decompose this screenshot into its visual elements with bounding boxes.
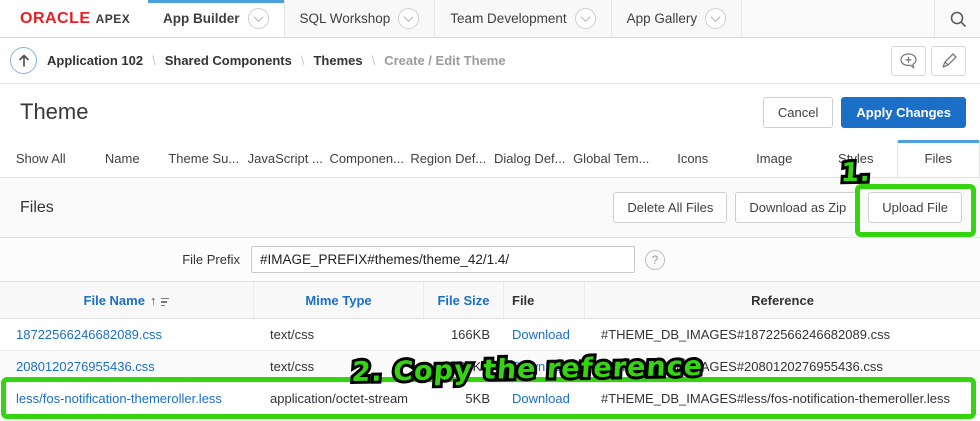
file-name-link[interactable]: 2080120276955436.css: [16, 359, 155, 374]
file-prefix-input[interactable]: [251, 246, 635, 273]
reference-cell: #THEME_DB_IMAGES#18722566246682089.css: [601, 327, 891, 342]
sort-order-icon: [161, 297, 170, 307]
cancel-button[interactable]: Cancel: [762, 96, 834, 128]
tab-global-templates[interactable]: Global Tem...: [571, 140, 653, 177]
upload-file-button[interactable]: Upload File: [868, 192, 962, 223]
help-icon[interactable]: ?: [645, 249, 665, 270]
nav-tab-label: App Gallery: [626, 11, 698, 26]
chevron-down-icon[interactable]: [398, 8, 420, 29]
breadcrumb: Application 102 \ Shared Components \ Th…: [47, 53, 506, 68]
tab-theme-subscription[interactable]: Theme Su...: [163, 140, 245, 177]
column-header-file: File: [504, 282, 585, 318]
feedback-button[interactable]: [891, 45, 926, 76]
tab-javascript[interactable]: JavaScript ...: [245, 140, 327, 177]
table-row: 18722566246682089.css text/css 166KB Dow…: [0, 319, 980, 351]
files-section-title: Files: [20, 198, 54, 216]
file-size-cell: 144KB: [450, 359, 490, 374]
nav-tab-label: App Builder: [163, 11, 240, 26]
mime-type-cell: application/octet-stream: [270, 391, 409, 406]
download-link[interactable]: Download: [512, 359, 570, 374]
page-title: Theme: [20, 99, 89, 124]
files-actions: Delete All Files Download as Zip Upload …: [613, 192, 962, 223]
tab-show-all[interactable]: Show All: [0, 140, 82, 177]
column-header-reference: Reference: [751, 292, 814, 308]
search-button[interactable]: [934, 0, 980, 37]
chevron-down-icon[interactable]: [705, 8, 727, 29]
breadcrumb-separator: \: [300, 53, 305, 68]
breadcrumb-item-shared-components[interactable]: Shared Components: [165, 53, 292, 68]
top-nav: ORACLE APEX App Builder SQL Workshop Tea…: [0, 0, 980, 38]
customize-page-button[interactable]: [931, 45, 966, 76]
sort-ascending-icon: ↑: [149, 292, 157, 308]
reference-cell: #THEME_DB_IMAGES#less/fos-notification-t…: [601, 391, 950, 406]
apex-wordmark: APEX: [95, 11, 131, 26]
nav-tab-app-gallery[interactable]: App Gallery: [611, 0, 743, 37]
nav-tab-sql-workshop[interactable]: SQL Workshop: [284, 0, 436, 37]
breadcrumb-up-button[interactable]: [10, 47, 37, 74]
tab-component-defaults[interactable]: Componen...: [326, 140, 408, 177]
breadcrumb-bar: Application 102 \ Shared Components \ Th…: [0, 38, 980, 84]
breadcrumb-item-themes[interactable]: Themes: [313, 53, 362, 68]
column-header-mime-type[interactable]: Mime Type: [254, 282, 424, 318]
tab-styles[interactable]: Styles: [815, 140, 897, 177]
breadcrumb-separator: \: [371, 53, 376, 68]
title-actions: Cancel Apply Changes: [762, 96, 966, 128]
breadcrumb-item-application[interactable]: Application 102: [47, 53, 143, 68]
feedback-bubble-plus-icon: [900, 52, 917, 69]
table-row: less/fos-notification-themeroller.less a…: [0, 383, 980, 415]
files-table: File Name ↑ Mime Type File Size File Ref…: [0, 281, 980, 415]
nav-spacer: [742, 0, 934, 37]
oracle-apex-logo: ORACLE APEX: [0, 0, 148, 37]
nav-tab-label: Team Development: [450, 11, 567, 26]
file-prefix-label: File Prefix: [182, 252, 240, 267]
file-prefix-row: File Prefix ?: [0, 238, 980, 281]
tab-region-defaults[interactable]: Region Def...: [408, 140, 490, 177]
reference-cell: #THEME_DB_IMAGES#2080120276955436.css: [601, 359, 883, 374]
breadcrumb-separator: \: [152, 53, 156, 68]
search-icon: [950, 11, 966, 27]
theme-section-tabs: Show All Name Theme Su... JavaScript ...…: [0, 140, 980, 177]
download-link[interactable]: Download: [512, 391, 570, 406]
file-name-link[interactable]: less/fos-notification-themeroller.less: [16, 391, 222, 406]
pencil-icon: [941, 52, 957, 68]
nav-tab-app-builder[interactable]: App Builder: [148, 0, 285, 37]
nav-tab-label: SQL Workshop: [299, 11, 391, 26]
tab-dialog-defaults[interactable]: Dialog Def...: [489, 140, 571, 177]
breadcrumb-actions: [891, 45, 966, 76]
download-as-zip-button[interactable]: Download as Zip: [735, 192, 861, 223]
mime-type-cell: text/css: [270, 359, 315, 374]
apply-changes-button[interactable]: Apply Changes: [841, 96, 966, 128]
files-table-body: 18722566246682089.css text/css 166KB Dow…: [0, 319, 980, 415]
download-link[interactable]: Download: [512, 327, 570, 342]
apex-theme-files-page: ORACLE APEX App Builder SQL Workshop Tea…: [0, 0, 980, 421]
files-table-header: File Name ↑ Mime Type File Size File Ref…: [0, 282, 980, 319]
file-name-link[interactable]: 18722566246682089.css: [16, 327, 162, 342]
column-header-file-size[interactable]: File Size: [424, 282, 504, 318]
tab-files[interactable]: Files: [896, 140, 980, 177]
oracle-wordmark: ORACLE: [20, 9, 91, 27]
files-section-header: Files Delete All Files Download as Zip U…: [0, 177, 980, 238]
delete-all-files-button[interactable]: Delete All Files: [613, 192, 728, 223]
mime-type-cell: text/css: [270, 327, 315, 342]
table-row: 2080120276955436.css text/css 144KB Down…: [0, 351, 980, 383]
file-size-cell: 5KB: [465, 391, 490, 406]
tab-name[interactable]: Name: [82, 140, 164, 177]
chevron-down-icon[interactable]: [247, 8, 269, 29]
title-bar: Theme Cancel Apply Changes: [0, 84, 980, 140]
column-header-file-name[interactable]: File Name ↑: [0, 282, 254, 318]
tab-icons[interactable]: Icons: [652, 140, 734, 177]
breadcrumb-current: Create / Edit Theme: [384, 53, 506, 68]
up-arrow-icon: [18, 54, 29, 67]
chevron-down-icon[interactable]: [574, 8, 596, 29]
tab-image[interactable]: Image: [734, 140, 816, 177]
nav-tab-team-development[interactable]: Team Development: [435, 0, 612, 37]
file-size-cell: 166KB: [450, 327, 490, 342]
